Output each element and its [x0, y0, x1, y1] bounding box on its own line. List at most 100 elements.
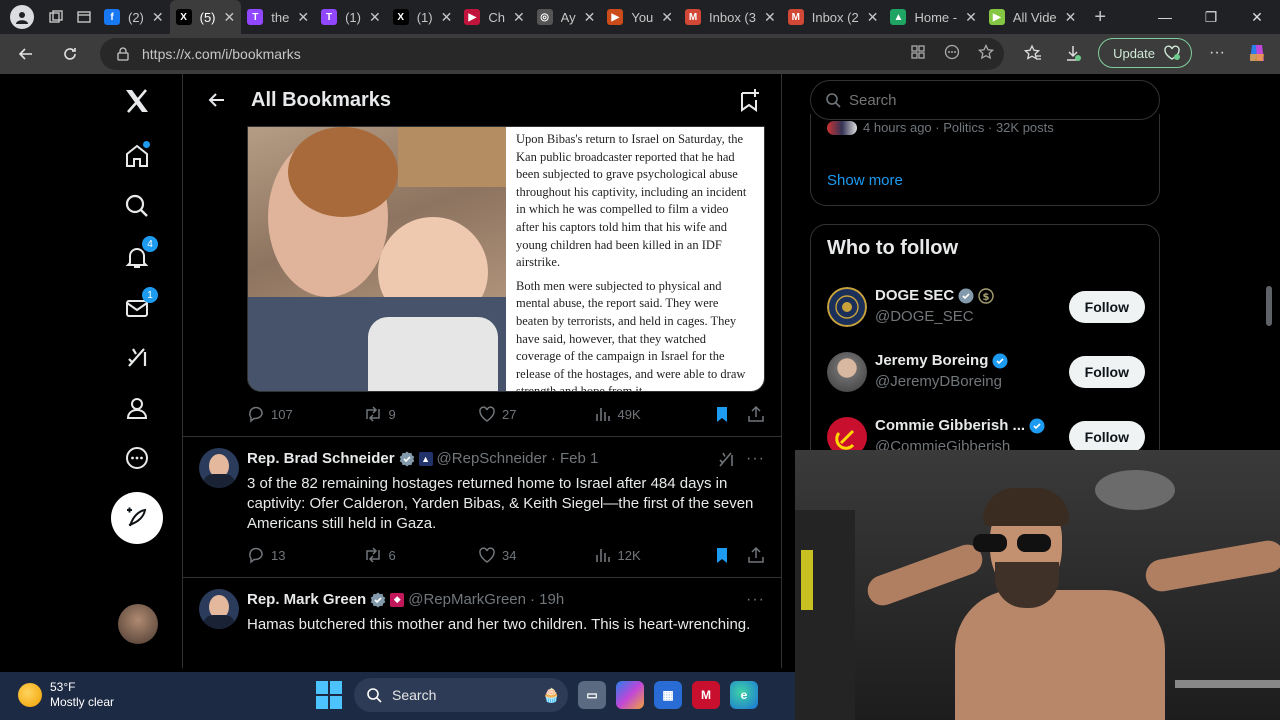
bookmark-button[interactable]: [713, 546, 731, 564]
follow-suggestion[interactable]: Jeremy Boreing @JeremyDBoreing Follow: [811, 342, 1159, 402]
search-box[interactable]: [810, 80, 1160, 120]
more-options-icon[interactable]: [120, 441, 154, 475]
scrollbar-thumb[interactable]: [1266, 286, 1272, 326]
minimize-icon[interactable]: —: [1142, 0, 1188, 34]
tab-actions-icon[interactable]: [70, 0, 98, 34]
follow-suggestion[interactable]: DOGE SEC $ @DOGE_SEC Follow: [811, 277, 1159, 337]
grok-explain-icon[interactable]: [717, 450, 735, 468]
repost-button[interactable]: 9: [363, 405, 479, 423]
edge-browser-icon[interactable]: e: [730, 681, 758, 709]
start-windows-icon[interactable]: [316, 681, 344, 709]
post-date[interactable]: · Feb 1: [551, 450, 599, 467]
browser-tab[interactable]: Tthe ✕: [241, 0, 315, 34]
post-more-icon[interactable]: ···: [746, 450, 765, 468]
post-media-card[interactable]: Upon Bibas's return to Israel on Saturda…: [247, 126, 765, 392]
author-name[interactable]: Rep. Brad Schneider: [247, 450, 395, 467]
close-tab-icon[interactable]: ✕: [297, 9, 309, 26]
post-photo[interactable]: [248, 127, 506, 391]
like-button[interactable]: 27: [478, 405, 594, 423]
back-icon[interactable]: [8, 36, 44, 72]
suggestion-avatar[interactable]: [827, 352, 867, 392]
copilot-icon[interactable]: [1242, 42, 1272, 64]
copilot-app-icon[interactable]: [616, 681, 644, 709]
close-tab-icon[interactable]: ✕: [152, 9, 164, 26]
author-name[interactable]: Rep. Mark Green: [247, 591, 366, 608]
account-avatar[interactable]: [118, 604, 158, 644]
store-icon[interactable]: ▦: [654, 681, 682, 709]
favorites-icon[interactable]: [1018, 44, 1048, 62]
browser-tab[interactable]: ▶ Ch ✕: [458, 0, 530, 34]
grok-icon[interactable]: [120, 341, 154, 375]
views-button[interactable]: 49K: [594, 405, 710, 423]
task-view-icon[interactable]: ▭: [578, 681, 606, 709]
browser-tab[interactable]: ◎ Ay ✕: [531, 0, 602, 34]
suggestion-name[interactable]: DOGE SEC $: [875, 287, 994, 304]
downloads-icon[interactable]: [1058, 44, 1088, 62]
suggestion-avatar[interactable]: [827, 287, 867, 327]
close-tab-icon[interactable]: ✕: [661, 9, 673, 26]
browser-tab[interactable]: M Inbox (3 ✕: [679, 0, 782, 34]
follow-button[interactable]: Follow: [1068, 291, 1145, 323]
profile-person-icon[interactable]: [120, 391, 154, 425]
close-tab-icon[interactable]: ✕: [965, 9, 977, 26]
close-tab-icon[interactable]: ✕: [513, 9, 525, 26]
back-arrow-icon[interactable]: [199, 82, 235, 118]
browser-tab[interactable]: ▲ Home - ✕: [884, 0, 982, 34]
reply-button[interactable]: 107: [247, 405, 363, 423]
bookmark-button[interactable]: [713, 405, 731, 423]
home-icon[interactable]: [120, 139, 154, 173]
post-item[interactable]: Rep. Brad Schneider ▲ @RepSchneider · Fe…: [183, 436, 781, 577]
mcafee-icon[interactable]: M: [692, 681, 720, 709]
browser-tab[interactable]: ▶ All Vide ✕: [983, 0, 1083, 34]
x-logo-icon[interactable]: [120, 84, 154, 118]
close-tab-icon[interactable]: ✕: [224, 9, 236, 26]
workspaces-icon[interactable]: [42, 0, 70, 34]
like-button[interactable]: 34: [478, 546, 594, 564]
author-avatar[interactable]: [199, 589, 239, 629]
share-button[interactable]: [747, 546, 765, 564]
explore-search-icon[interactable]: [120, 189, 154, 223]
browser-tab[interactable]: T (1) ✕: [315, 0, 387, 34]
author-handle[interactable]: @RepMarkGreen: [408, 591, 526, 608]
apps-icon[interactable]: [910, 44, 926, 60]
browser-tab[interactable]: f (2) ✕: [98, 0, 170, 34]
post-item[interactable]: Rep. Mark Green ◆ @RepMarkGreen · 19h ··…: [183, 577, 781, 668]
address-bar[interactable]: https://x.com/i/bookmarks: [100, 38, 1004, 70]
follow-button[interactable]: Follow: [1068, 421, 1145, 453]
new-tab-button[interactable]: +: [1082, 0, 1118, 34]
close-tab-icon[interactable]: ✕: [764, 9, 776, 26]
close-tab-icon[interactable]: ✕: [1065, 9, 1077, 26]
browser-tab[interactable]: M Inbox (2 ✕: [782, 0, 885, 34]
author-avatar[interactable]: [199, 448, 239, 488]
trend-meta[interactable]: 4 hours ago · Politics · 32K posts: [827, 120, 1054, 135]
search-input[interactable]: [849, 91, 1129, 109]
reload-icon[interactable]: [52, 36, 88, 72]
browser-tab[interactable]: ▶ You ✕: [601, 0, 679, 34]
browser-profile-icon[interactable]: [10, 5, 34, 29]
compose-post-button[interactable]: [111, 492, 163, 544]
update-button[interactable]: Update: [1098, 38, 1192, 68]
suggestion-name[interactable]: Commie Gibberish ...: [875, 417, 1045, 434]
close-tab-icon[interactable]: ✕: [369, 9, 381, 26]
follow-button[interactable]: Follow: [1068, 356, 1145, 388]
taskbar-search[interactable]: Search 🧁: [354, 678, 568, 712]
add-bookmark-folder-icon[interactable]: [737, 87, 763, 113]
browser-tab[interactable]: X (1) ✕: [387, 0, 459, 34]
browser-tab[interactable]: X (5) ✕: [169, 0, 242, 34]
post-more-icon[interactable]: ···: [746, 591, 765, 609]
settings-more-icon[interactable]: ···: [1202, 44, 1232, 62]
reply-button[interactable]: 13: [247, 546, 363, 564]
site-info-icon[interactable]: [116, 47, 130, 61]
close-window-icon[interactable]: ✕: [1234, 0, 1280, 34]
weather-widget[interactable]: 53°F Mostly clear: [18, 680, 114, 710]
favorite-star-icon[interactable]: [978, 44, 994, 60]
close-tab-icon[interactable]: ✕: [441, 9, 453, 26]
suggestion-name[interactable]: Jeremy Boreing: [875, 352, 1008, 369]
share-button[interactable]: [747, 405, 765, 423]
more-tools-icon[interactable]: [944, 44, 960, 60]
show-more-link[interactable]: Show more: [827, 172, 903, 189]
post-date[interactable]: · 19h: [530, 591, 564, 608]
messages-envelope-icon[interactable]: 1: [120, 287, 158, 325]
notifications-bell-icon[interactable]: 4: [120, 236, 158, 274]
close-tab-icon[interactable]: ✕: [867, 9, 879, 26]
